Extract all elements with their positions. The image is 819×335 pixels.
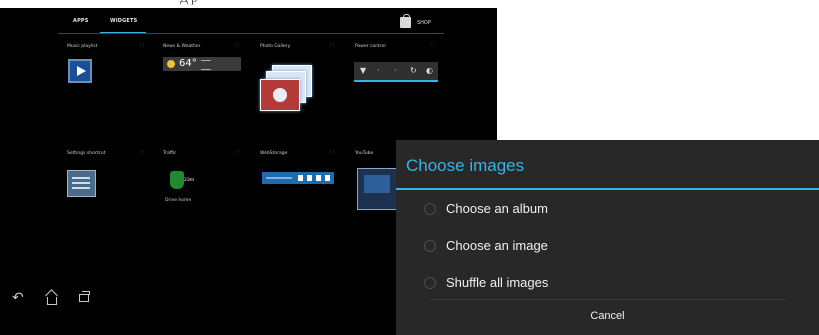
sync-icon: ↻ <box>410 66 417 75</box>
widget-label-news-weather: News & Weather <box>163 44 201 49</box>
widget-label-music-playlist: Music playlist <box>67 44 98 49</box>
option-label: Choose an album <box>446 201 548 216</box>
tab-widgets[interactable]: WIDGETS <box>110 18 137 24</box>
traffic-icon[interactable] <box>170 171 184 189</box>
photo-stack-icon[interactable] <box>260 65 312 113</box>
bluetooth-icon: · <box>377 66 380 75</box>
list-icon <box>316 175 321 181</box>
sun-icon <box>167 60 175 68</box>
storage-bar <box>266 177 292 179</box>
widget-size-indicator: ⁝⁝ <box>330 43 336 49</box>
widget-label-settings-shortcut: Settings shortcut <box>67 151 106 156</box>
radio-button[interactable] <box>424 277 436 289</box>
widget-size-indicator: ⁝⁝ <box>235 43 241 49</box>
power-control-status-bar <box>354 80 438 82</box>
cancel-button[interactable]: Cancel <box>396 310 819 330</box>
traffic-caption: Drive home <box>165 198 192 203</box>
widget-size-indicator: ⁝⁝ <box>140 150 146 156</box>
dialog-title: Choose images <box>406 156 525 175</box>
cloud-storage-icon[interactable] <box>262 172 334 184</box>
traffic-time: 23m <box>184 178 195 183</box>
option-choose-album[interactable]: Choose an album <box>424 198 804 222</box>
shop-bag-icon <box>400 14 411 28</box>
radio-button[interactable] <box>424 203 436 215</box>
widget-size-indicator: ⁝⁝ <box>235 150 241 156</box>
widget-label-photo-gallery: Photo Gallery <box>260 44 291 49</box>
youtube-icon[interactable] <box>357 168 397 210</box>
widget-label-traffic: Traffic <box>163 151 177 156</box>
folder-icon <box>307 175 312 181</box>
widget-label-power-control: Power control <box>355 44 386 49</box>
option-label: Choose an image <box>446 238 548 253</box>
settings-icon[interactable] <box>67 170 96 197</box>
choose-images-dialog: Choose images Choose an album Choose an … <box>396 140 819 335</box>
radio-button[interactable] <box>424 240 436 252</box>
power-control-widget-preview[interactable]: ▼ · · ↻ ◐ <box>354 62 438 80</box>
tab-bar-divider <box>58 33 444 34</box>
option-choose-image[interactable]: Choose an image <box>424 235 804 259</box>
brightness-icon: ◐ <box>426 66 433 75</box>
wifi-icon: ▼ <box>360 66 367 75</box>
dialog-button-divider <box>430 299 786 300</box>
back-icon[interactable]: ↶ <box>12 291 24 305</box>
top-caption-fragment: Д р <box>180 0 197 6</box>
share-icon <box>325 175 330 181</box>
dialog-title-divider <box>396 188 819 190</box>
tab-apps[interactable]: APPS <box>73 18 89 24</box>
tab-bar: APPS WIDGETS SHOP <box>0 8 497 38</box>
weather-widget-preview[interactable]: 64° <box>163 57 241 71</box>
photo-thumbnail <box>260 79 300 111</box>
option-shuffle-all-images[interactable]: Shuffle all images <box>424 272 804 296</box>
widget-size-indicator: ⁝⁝ <box>140 43 146 49</box>
option-label: Shuffle all images <box>446 275 549 290</box>
temperature-value: 64° <box>179 58 197 69</box>
widget-size-indicator: ⁝⁝ <box>430 43 436 49</box>
gps-icon: · <box>394 66 397 75</box>
widget-label-youtube: YouTube <box>355 151 374 156</box>
play-icon[interactable] <box>68 59 92 83</box>
recent-apps-icon[interactable] <box>79 291 90 302</box>
home-icon[interactable] <box>47 297 57 305</box>
widget-size-indicator: ⁝⁝ <box>330 150 336 156</box>
upload-icon <box>298 175 303 181</box>
widget-label-webstorage: WebStorage <box>260 151 288 156</box>
weather-details-lines <box>201 60 211 70</box>
shop-label: SHOP <box>417 20 431 26</box>
